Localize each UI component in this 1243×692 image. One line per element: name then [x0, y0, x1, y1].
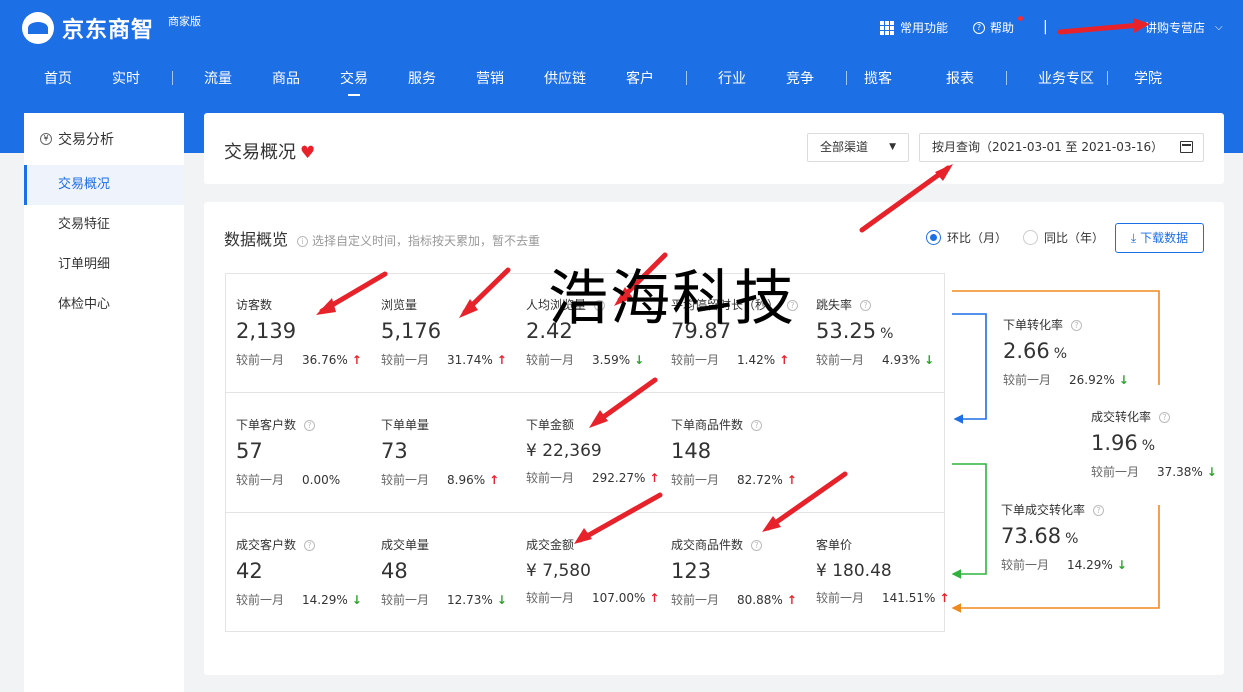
annotation-arrow — [577, 492, 663, 543]
annotation-arrow — [765, 471, 848, 531]
annotation-arrowhead — [1133, 18, 1150, 33]
annotation-arrowhead — [316, 298, 336, 315]
annotation-arrow — [1057, 22, 1143, 35]
annotation-arrow — [859, 165, 951, 233]
annotation-arrowhead — [574, 528, 592, 544]
annotation-overlay — [316, 18, 1160, 613]
flow-line-green — [951, 463, 987, 579]
watermark-text: 浩海科技 — [548, 264, 796, 334]
flow-line-blue — [952, 313, 987, 424]
flow-line-orange-bottom — [951, 505, 1160, 613]
flow-line-orange-top — [952, 290, 1160, 385]
